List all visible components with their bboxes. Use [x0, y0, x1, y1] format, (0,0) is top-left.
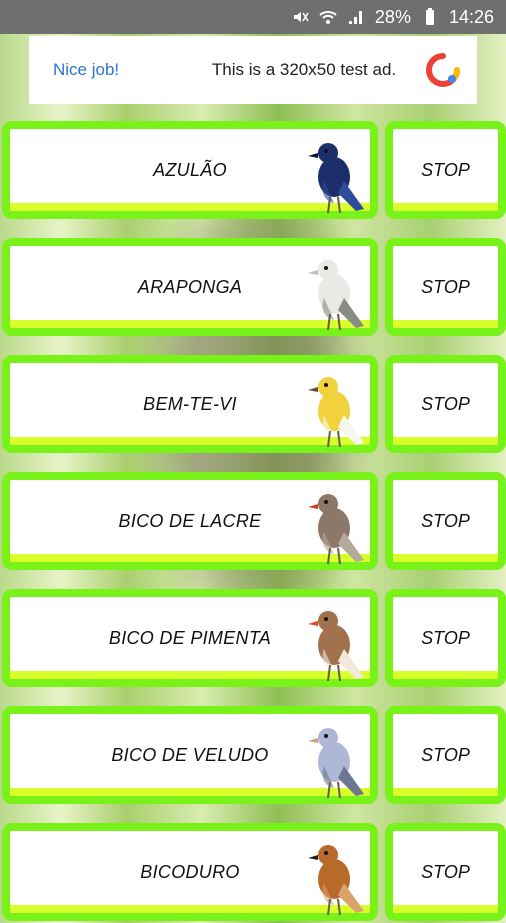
- stop-button[interactable]: STOP: [385, 706, 506, 804]
- bird-sound-button[interactable]: BICO DE PIMENTA: [2, 589, 378, 687]
- bird-row: BICO DE VELUDO STOP: [0, 706, 506, 806]
- stop-button[interactable]: STOP: [385, 472, 506, 570]
- bird-icon: [308, 143, 364, 214]
- test-ad-banner[interactable]: Nice job! This is a 320x50 test ad.: [29, 36, 477, 104]
- status-bar: 28% 14:26: [0, 0, 506, 34]
- bird-row: ARAPONGA STOP: [0, 238, 506, 338]
- bird-sound-button[interactable]: ARAPONGA: [2, 238, 378, 336]
- bird-icon: [308, 728, 364, 799]
- bird-row: BICODURO STOP: [0, 823, 506, 923]
- ad-message: This is a 320x50 test ad.: [211, 60, 397, 79]
- bird-icon: [308, 260, 364, 331]
- wifi-icon: [319, 8, 337, 26]
- stop-button[interactable]: STOP: [385, 823, 506, 921]
- bird-sound-button[interactable]: BICODURO: [2, 823, 378, 921]
- bird-sound-button[interactable]: BEM-TE-VI: [2, 355, 378, 453]
- battery-icon: [421, 8, 439, 26]
- bird-sound-button[interactable]: BICO DE VELUDO: [2, 706, 378, 804]
- bird-icon: [308, 377, 364, 448]
- bird-icon: [308, 494, 364, 565]
- stop-button[interactable]: STOP: [385, 589, 506, 687]
- stop-button[interactable]: STOP: [385, 355, 506, 453]
- ad-left-text: Nice job!: [53, 60, 120, 79]
- bird-row: BICO DE LACRE STOP: [0, 472, 506, 572]
- mute-icon: [291, 8, 309, 26]
- bird-sound-button[interactable]: AZULÃO: [2, 121, 378, 219]
- stop-button[interactable]: STOP: [385, 238, 506, 336]
- bird-icon: [308, 611, 364, 682]
- signal-icon: [347, 8, 365, 26]
- bird-icon: [308, 845, 364, 916]
- bird-row: AZULÃO STOP: [0, 121, 506, 221]
- battery-percentage: 28%: [374, 6, 411, 27]
- stop-button[interactable]: STOP: [385, 121, 506, 219]
- bird-row: BEM-TE-VI STOP: [0, 355, 506, 455]
- ad-logo-icon: [426, 53, 460, 87]
- bird-sound-button[interactable]: BICO DE LACRE: [2, 472, 378, 570]
- bird-row: BICO DE PIMENTA STOP: [0, 589, 506, 689]
- clock: 14:26: [448, 6, 494, 27]
